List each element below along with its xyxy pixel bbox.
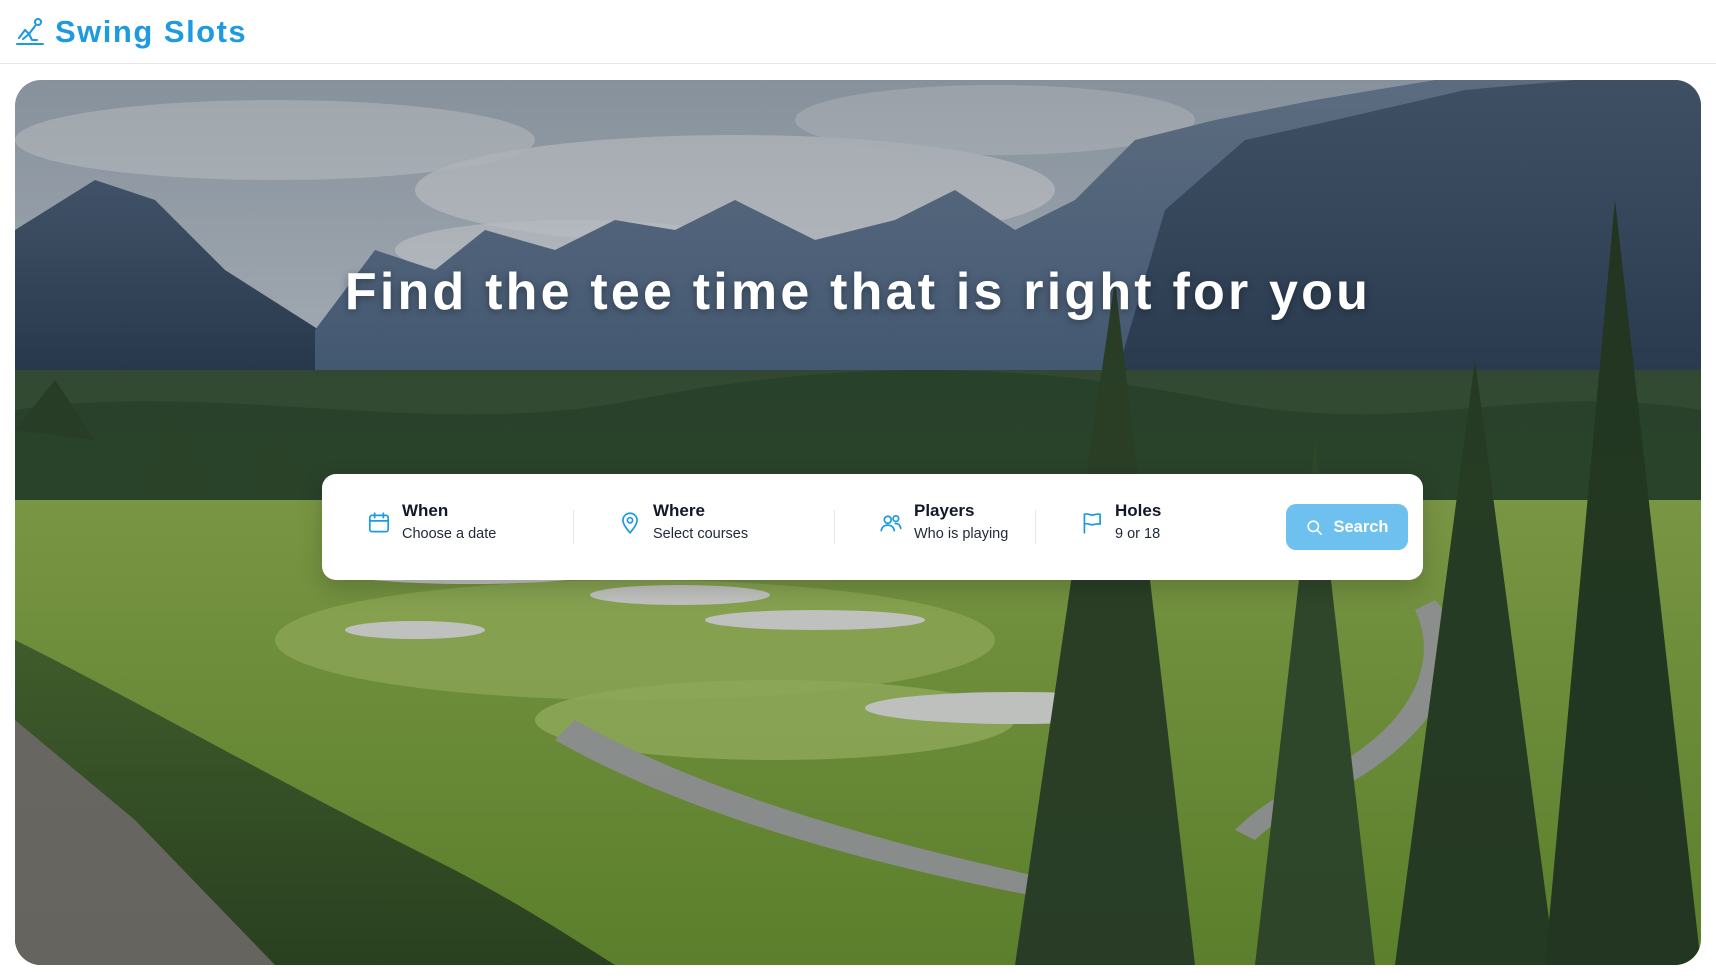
players-label: Players bbox=[914, 501, 975, 520]
users-icon bbox=[880, 514, 902, 532]
when-field[interactable]: When Choose a date bbox=[366, 500, 496, 554]
top-navbar: Swing Slots bbox=[0, 0, 1716, 64]
tee-time-search-bar: When Choose a date Where Select courses bbox=[322, 474, 1423, 580]
players-value: Who is playing bbox=[914, 526, 1009, 542]
brand-name: Swing Slots bbox=[55, 14, 248, 49]
where-value: Select courses bbox=[653, 526, 749, 542]
where-label: Where bbox=[653, 501, 705, 520]
players-field[interactable]: Players Who is playing bbox=[878, 500, 1008, 554]
search-icon bbox=[1307, 519, 1323, 535]
hero-headline: Find the tee time that is right for you bbox=[344, 263, 1372, 321]
when-value: Choose a date bbox=[402, 526, 497, 542]
hero-section: Find the tee time that is right for you … bbox=[15, 80, 1701, 965]
field-divider bbox=[573, 510, 574, 544]
field-divider bbox=[834, 510, 835, 544]
field-divider bbox=[1035, 510, 1036, 544]
brand-logo-link[interactable]: Swing Slots bbox=[15, 14, 247, 50]
search-button-label: Search bbox=[1333, 517, 1389, 536]
holes-value: 9 or 18 bbox=[1115, 526, 1161, 542]
holes-field[interactable]: Holes 9 or 18 bbox=[1079, 500, 1161, 554]
holes-label: Holes bbox=[1115, 501, 1162, 520]
map-pin-icon bbox=[622, 512, 638, 534]
search-button[interactable]: Search bbox=[1286, 504, 1408, 550]
calendar-icon bbox=[368, 512, 390, 533]
when-label: When bbox=[402, 501, 449, 520]
where-field[interactable]: Where Select courses bbox=[617, 500, 748, 554]
golfer-swing-icon bbox=[15, 17, 45, 46]
flag-icon bbox=[1083, 513, 1101, 534]
